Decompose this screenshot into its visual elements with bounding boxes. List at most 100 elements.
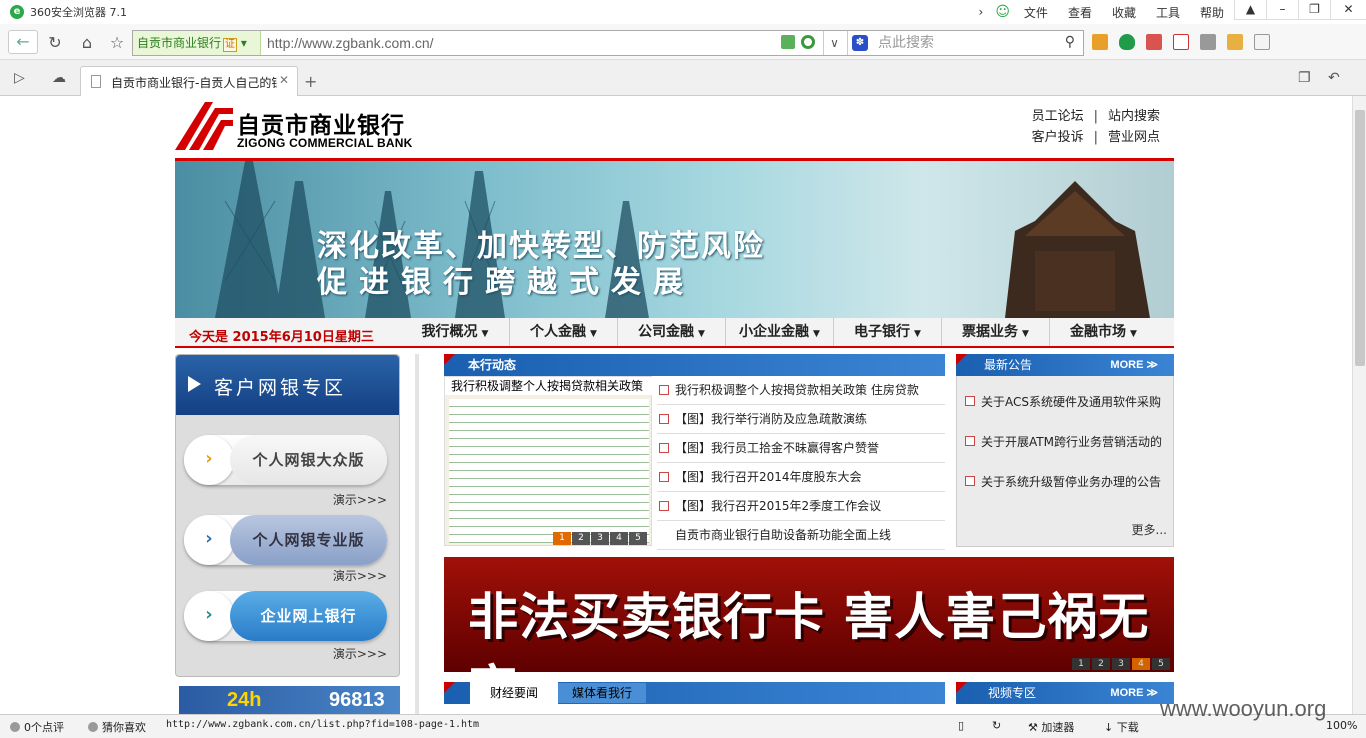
nav-financial-market[interactable]: 金融市场 ▼ (1049, 318, 1157, 346)
ebank-title: 客户网银专区 (214, 377, 347, 399)
refresh-button[interactable]: ↻ (44, 33, 66, 53)
translate-icon[interactable] (1146, 34, 1162, 50)
nav-small-business[interactable]: 小企业金融 ▼ (725, 318, 833, 346)
demo-link-2[interactable]: 演示>>> (333, 567, 387, 584)
rotate-icon[interactable]: ↻ (992, 719, 1001, 732)
banner-page-5[interactable]: 5 (1152, 658, 1170, 670)
list-item[interactable]: 关于开展ATM跨行业务营销活动的 (965, 433, 1162, 473)
address-bar[interactable]: 自贡市商业银行证 ▾ http://www.zgbank.com.cn/ ∨ ✽… (132, 30, 1084, 56)
tools-icon[interactable] (1254, 34, 1270, 50)
nav-bills[interactable]: 票据业务 ▼ (941, 318, 1049, 346)
link-branches[interactable]: 营业网点 (1108, 130, 1160, 145)
corporate-ebank-button[interactable]: › 企业网上银行 (184, 591, 387, 641)
user-icon[interactable]: ☺ (995, 4, 1010, 20)
shield-icon[interactable] (1119, 34, 1135, 50)
photo-pager: 1 2 3 4 5 (553, 532, 648, 545)
guess-status[interactable]: 猜你喜欢 (88, 719, 146, 735)
gift-icon[interactable] (1227, 34, 1243, 50)
sidebar-toggle-icon[interactable]: ▷ (14, 70, 25, 86)
photo-page-3[interactable]: 3 (591, 532, 609, 545)
banner-page-4[interactable]: 4 (1132, 658, 1150, 670)
menu-favorites[interactable]: 收藏 (1112, 4, 1136, 21)
accelerator-button[interactable]: ⚒ 加速器 (1028, 719, 1074, 735)
video-title: 视频专区 (988, 686, 1037, 700)
hotline-ad[interactable]: 24h 96813 (179, 686, 400, 714)
personal-ebank-basic-button[interactable]: › 个人网银大众版 (184, 435, 387, 485)
vertical-scrollbar[interactable] (1352, 96, 1366, 714)
list-item[interactable]: 关于ACS系统硬件及通用软件采购 (965, 393, 1162, 433)
current-date: 今天是 2015年6月10日星期三 (189, 330, 374, 345)
list-item[interactable]: 【图】我行召开2015年2季度工作会议 (657, 492, 945, 521)
list-item[interactable]: 【图】我行召开2014年度股东大会 (657, 463, 945, 492)
tab-list-icon[interactable]: ❐ (1298, 70, 1311, 86)
nav-ebank[interactable]: 电子银行 ▼ (833, 318, 941, 346)
video-more-link[interactable]: MORE ≫ (1110, 682, 1158, 704)
mobile-icon[interactable]: ▯ (958, 719, 964, 732)
link-complaint[interactable]: 客户投诉 (1032, 130, 1084, 145)
list-item[interactable]: 关于系统升级暂停业务办理的公告 (965, 473, 1162, 513)
chevron-down-icon[interactable]: ∨ (823, 31, 845, 55)
minimize-button[interactable]: – (1266, 0, 1298, 20)
list-item[interactable]: 我行积极调整个人按揭贷款相关政策 住房贷款 (657, 376, 945, 405)
bank-logo[interactable]: 自贡市商业银行 ZIGONG COMMERCIAL BANK (175, 102, 415, 154)
comments-status[interactable]: 0个点评 (10, 719, 64, 735)
list-item[interactable]: 【图】我行举行消防及应急疏散演练 (657, 405, 945, 434)
screenshot-icon[interactable] (1200, 34, 1216, 50)
search-icon[interactable]: ⚲ (1065, 34, 1075, 50)
photo-page-4[interactable]: 4 (610, 532, 628, 545)
download-button[interactable]: ↓ 下载 (1104, 719, 1139, 735)
menu-file[interactable]: 文件 (1024, 4, 1048, 21)
list-item[interactable]: 自贡市商业银行自助设备新功能全面上线 (657, 521, 945, 550)
search-input[interactable]: 点此搜索 (878, 31, 934, 55)
search-box[interactable]: ✽ 点此搜索 ⚲ (847, 31, 1083, 55)
star-icon[interactable]: ☆ (106, 33, 128, 53)
menu-help[interactable]: 帮助 (1200, 4, 1224, 21)
cloud-icon[interactable]: ☁ (52, 70, 66, 86)
chevron-right-icon[interactable]: › (979, 5, 984, 19)
back-button[interactable]: ← (8, 30, 38, 54)
apps-icon[interactable] (1092, 34, 1108, 50)
tab-close-icon[interactable]: ✕ (279, 73, 289, 87)
compat-mode-icon[interactable] (801, 35, 815, 49)
bank-logo-icon (175, 102, 233, 150)
site-identity[interactable]: 自贡市商业银行证 ▾ (133, 31, 261, 55)
close-button[interactable]: ✕ (1330, 0, 1366, 20)
web-content: 自贡市商业银行 ZIGONG COMMERCIAL BANK 员工论坛 | 站内搜索… (0, 96, 1352, 714)
new-tab-button[interactable]: + (304, 72, 317, 91)
demo-link-3[interactable]: 演示>>> (333, 645, 387, 662)
nav-about[interactable]: 我行概况 ▼ (401, 318, 509, 346)
notice-more-link[interactable]: MORE ≫ (1110, 354, 1158, 376)
link-staff-forum[interactable]: 员工论坛 (1032, 109, 1084, 124)
tab-finance-news[interactable]: 财经要闻 (470, 682, 558, 706)
warning-banner[interactable]: 非法买卖银行卡 害人害己祸无穷 1 2 3 4 5 (444, 557, 1174, 672)
url-input[interactable]: http://www.zgbank.com.cn/ (267, 31, 434, 55)
link-site-search[interactable]: 站内搜索 (1108, 109, 1160, 124)
list-item[interactable]: 【图】我行员工拾金不昧赢得客户赞誉 (657, 434, 945, 463)
menu-view[interactable]: 查看 (1068, 4, 1092, 21)
nav-personal[interactable]: 个人金融 ▼ (509, 318, 617, 346)
tab-media-coverage[interactable]: 媒体看我行 (558, 683, 646, 703)
news-photo-caption[interactable]: 我行积极调整个人按揭贷款相关政策 (445, 377, 653, 395)
notice-more-text[interactable]: 更多... (1132, 521, 1167, 538)
qr-code-icon[interactable] (781, 35, 795, 49)
nav-corporate[interactable]: 公司金融 ▼ (617, 318, 725, 346)
banner-page-2[interactable]: 2 (1092, 658, 1110, 670)
news-photo-slider[interactable]: 我行积极调整个人按揭贷款相关政策 1 2 3 4 5 (444, 376, 653, 546)
zoom-level[interactable]: 100% (1326, 719, 1357, 732)
personal-ebank-pro-button[interactable]: › 个人网银专业版 (184, 515, 387, 565)
baidu-paw-icon[interactable]: ✽ (852, 35, 868, 51)
banner-page-3[interactable]: 3 (1112, 658, 1130, 670)
menu-tools[interactable]: 工具 (1156, 4, 1180, 21)
photo-page-2[interactable]: 2 (572, 532, 590, 545)
photo-page-1[interactable]: 1 (553, 532, 571, 545)
demo-link-1[interactable]: 演示>>> (333, 491, 387, 508)
skin-icon[interactable]: ▲ (1234, 0, 1266, 20)
tab-active[interactable]: 自贡市商业银行-自贡人自己的银行 ✕ (80, 66, 298, 96)
scrollbar-thumb[interactable] (1355, 110, 1365, 366)
maximize-button[interactable]: ❐ (1298, 0, 1330, 20)
banner-page-1[interactable]: 1 (1072, 658, 1090, 670)
pdf-icon[interactable] (1173, 34, 1189, 50)
home-button[interactable]: ⌂ (76, 33, 98, 53)
undo-close-icon[interactable]: ↶ (1328, 70, 1340, 86)
photo-page-5[interactable]: 5 (629, 532, 647, 545)
